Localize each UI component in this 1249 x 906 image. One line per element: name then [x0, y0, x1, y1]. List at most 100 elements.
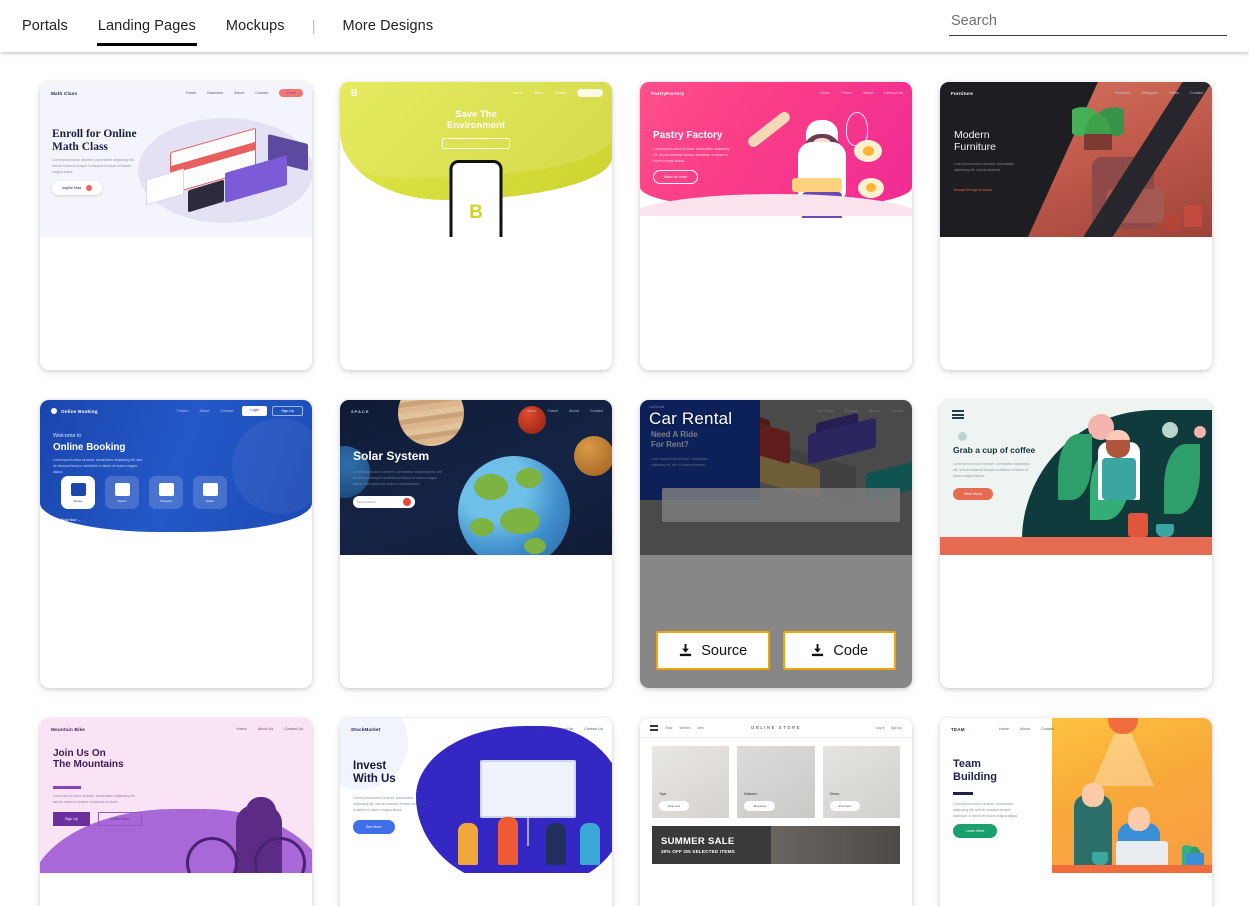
- thumb-menu-item: About: [863, 91, 874, 95]
- thumb-body: Lorem ipsum dolor sit amet, consectetur …: [954, 162, 1015, 172]
- card-thumbnail: Grab a cup of coffee Lorem ipsum dolor s…: [940, 400, 1212, 555]
- thumb-menu-item: Contact Us: [284, 727, 303, 731]
- design-card-pastry-factory[interactable]: PastryFactory Home Promo About Contact U…: [640, 82, 912, 370]
- design-gallery-grid: Math Class Home Branches About Contact E…: [0, 52, 1249, 906]
- thumb-cta-secondary: Learn More: [98, 812, 143, 826]
- download-icon: [678, 643, 693, 658]
- design-card-math-class[interactable]: Math Class Home Branches About Contact E…: [40, 82, 312, 370]
- search-input[interactable]: [949, 11, 1227, 36]
- thumb-brand: Furniture: [951, 90, 973, 96]
- thumb-heading: Solar System: [353, 449, 430, 463]
- thumb-heading: Enroll for Online Math Class: [52, 128, 137, 154]
- thumb-heading: Online Booking: [53, 442, 126, 453]
- thumb-tile-label: Tops: [659, 792, 667, 796]
- card-thumbnail: SPACE Home Travel About Contact Solar Sy…: [340, 400, 612, 555]
- thumb-body: Lorem ipsum dolor sit amet, consectetur …: [653, 147, 730, 163]
- thumb-heading: Invest With Us: [353, 760, 396, 786]
- thumb-tile-cta: all comers: [744, 801, 776, 811]
- thumb-body: Lorem ipsum dolor sit amet, consectetur …: [953, 462, 1030, 478]
- thumb-body: Lorem ipsum dolor sit amet, consectetur …: [953, 802, 1018, 818]
- design-card-join-us-on-the-mountains[interactable]: Mountain Bike Home About Us Contact Us J…: [40, 718, 312, 906]
- thumb-brand: StockMarket: [351, 726, 381, 732]
- search-container: [949, 11, 1227, 36]
- card-thumbnail: Online Booking Promo About Contact Login…: [40, 400, 312, 555]
- thumb-menu-item: Home: [819, 91, 831, 95]
- card-thumbnail: B Home About Contact Donate Save The Env…: [340, 82, 612, 237]
- thumb-menu-item: Home: [526, 409, 537, 413]
- design-card-car-rental[interactable]: CarRental Need A Ride For Rent? Lorem ip…: [640, 400, 912, 688]
- thumb-login-button: Login: [242, 406, 268, 416]
- thumb-menu-item: About Us: [257, 727, 274, 731]
- thumb-brand: B: [351, 88, 358, 98]
- main-navigation: Portals Landing Pages Mockups | More Des…: [0, 0, 448, 52]
- design-card-team-building[interactable]: TEAM Home About Contact Team Building Lo…: [940, 718, 1212, 906]
- thumb-tile-label: Events: [117, 498, 127, 503]
- design-card-solar-system[interactable]: SPACE Home Travel About Contact Solar Sy…: [340, 400, 612, 688]
- thumb-sale-banner: SUMMER SALE 30% OFF ON SELECTED ITEMS: [652, 826, 900, 864]
- thumb-menu-cta: Donate: [577, 89, 603, 97]
- thumb-cta: Inquire Now: [52, 181, 103, 195]
- thumb-menu-item: Contact: [255, 91, 269, 95]
- thumb-menu-item: Designers: [1141, 91, 1159, 95]
- design-card-online-store[interactable]: Shop Women Men ONLINE STORE Log In Sign …: [640, 718, 912, 906]
- download-code-button[interactable]: Code: [782, 631, 896, 670]
- nav-item-landing-pages[interactable]: Landing Pages: [83, 0, 211, 52]
- thumb-phone-logo: B: [469, 202, 483, 223]
- thumb-menu-item: About: [234, 91, 245, 95]
- thumb-brand: Online Booking: [61, 408, 98, 414]
- thumb-brand: PastryFactory: [651, 90, 685, 96]
- download-source-button[interactable]: Source: [656, 631, 770, 670]
- thumb-heading: Join Us On The Mountains: [53, 748, 124, 771]
- thumb-cta: View Menu: [953, 488, 993, 500]
- thumb-signup-button: Sign Up: [272, 406, 303, 416]
- card-title: Car Rental: [649, 409, 733, 428]
- download-icon: [810, 643, 825, 658]
- download-code-label: Code: [833, 642, 869, 659]
- thumb-login-button: Log In: [875, 725, 885, 730]
- thumb-menu-item: Contact: [220, 409, 234, 413]
- thumb-heading: Modern Furniture: [954, 129, 997, 153]
- nav-item-mockups[interactable]: Mockups: [211, 0, 300, 52]
- top-header: Portals Landing Pages Mockups | More Des…: [0, 0, 1249, 52]
- thumb-tile-cta: all comers: [829, 801, 861, 811]
- thumb-menu-item: About Us: [557, 727, 574, 731]
- nav-item-label: Mockups: [225, 18, 285, 34]
- thumb-menu-item: Contact: [1040, 727, 1054, 731]
- thumb-heading: Team Building: [953, 758, 997, 783]
- card-thumbnail: Shop Women Men ONLINE STORE Log In Sign …: [640, 718, 912, 873]
- thumb-signup-button: Sign Up: [890, 725, 902, 730]
- thumb-menu-item: Women: [679, 725, 691, 730]
- thumb-body: Lorem ipsum dolor sit amet, consectetur …: [53, 794, 136, 804]
- thumb-brand: Math Class: [51, 90, 78, 96]
- design-card-online-booking[interactable]: Online Booking Promo About Contact Login…: [40, 400, 312, 688]
- thumb-search: Search Planet: [353, 496, 415, 508]
- thumb-menu-item: Men: [697, 725, 704, 730]
- thumb-menu-item: Contact: [1189, 91, 1203, 95]
- thumb-menu-item: About: [1019, 727, 1030, 731]
- card-thumbnail: Mountain Bike Home About Us Contact Us J…: [40, 718, 312, 873]
- thumb-menu-item: Home: [186, 91, 197, 95]
- thumb-menu-item: Press: [1169, 91, 1179, 95]
- card-thumbnail: StockMarket Home About Us Contact Us Inv…: [340, 718, 612, 873]
- thumb-tile-label: Bottoms: [744, 792, 757, 796]
- thumb-body: Lorem ipsum dolor sit amet, consectetur …: [353, 470, 442, 486]
- thumb-body: Lorem ipsum dolor sit amet, consectetur …: [52, 158, 134, 174]
- thumb-menu-item: Contact: [554, 91, 567, 95]
- thumb-cta: Browse through products: [954, 188, 992, 192]
- design-card-save-the-environment[interactable]: B Home About Contact Donate Save The Env…: [340, 82, 612, 370]
- card-thumbnail: PastryFactory Home Promo About Contact U…: [640, 82, 912, 237]
- card-thumbnail: Math Class Home Branches About Contact E…: [40, 82, 312, 237]
- thumb-cta: Sign Up: [53, 812, 90, 826]
- hamburger-icon: [650, 724, 658, 731]
- design-card-invest-with-us[interactable]: StockMarket Home About Us Contact Us Inv…: [340, 718, 612, 906]
- thumb-tile-label: Movies: [73, 498, 83, 503]
- thumb-menu-item: Contact Us: [584, 727, 603, 731]
- nav-item-portals[interactable]: Portals: [22, 0, 83, 52]
- nav-item-more-designs[interactable]: More Designs: [328, 0, 449, 52]
- download-source-label: Source: [701, 642, 748, 659]
- design-card-modern-furniture[interactable]: Furniture Products Designers Press Conta…: [940, 82, 1212, 370]
- design-card-grab-a-cup-of-coffee[interactable]: Grab a cup of coffee Lorem ipsum dolor s…: [940, 400, 1212, 688]
- thumb-menu-item: Home: [998, 727, 1009, 731]
- thumb-menu-item: Home: [513, 91, 523, 95]
- thumb-tile-label: Hotels: [206, 498, 214, 503]
